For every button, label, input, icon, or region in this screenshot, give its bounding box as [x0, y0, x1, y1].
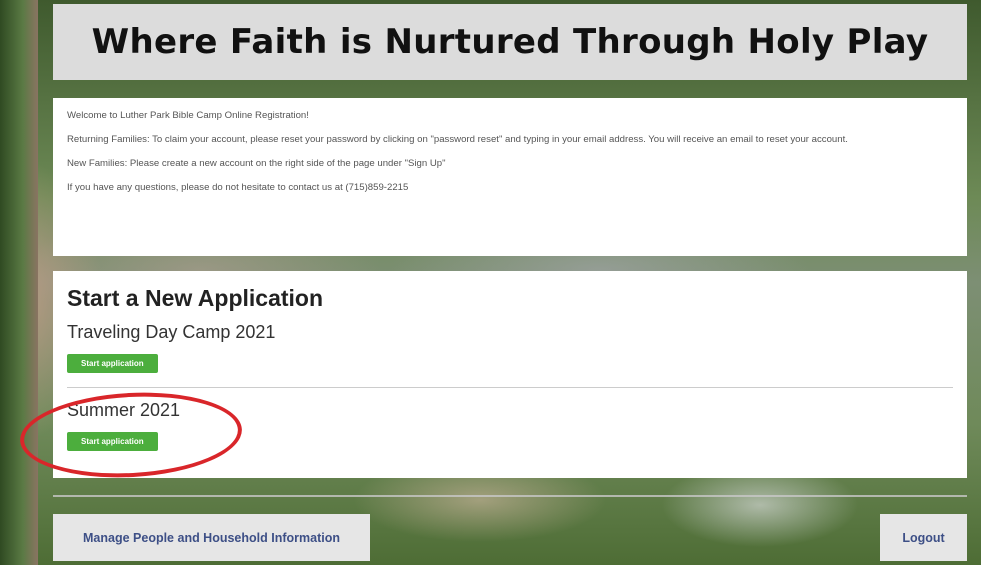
logout-button[interactable]: Logout: [880, 514, 967, 561]
manage-household-button[interactable]: Manage People and Household Information: [53, 514, 370, 561]
returning-families-text: Returning Families: To claim your accoun…: [67, 134, 848, 145]
contact-text: If you have any questions, please do not…: [67, 182, 409, 193]
section-heading: Start a New Application: [67, 285, 324, 311]
welcome-panel: Welcome to Luther Park Bible Camp Online…: [53, 98, 967, 256]
page-title: Where Faith is Nurtured Through Holy Pla…: [91, 22, 929, 62]
start-application-button[interactable]: Start application: [67, 354, 158, 373]
application-item: Traveling Day Camp 2021 Start applicatio…: [67, 322, 953, 373]
background-photo-edge: [0, 0, 38, 565]
welcome-text: Welcome to Luther Park Bible Camp Online…: [67, 110, 309, 121]
camp-name: Traveling Day Camp 2021: [67, 322, 276, 342]
new-families-text: New Families: Please create a new accoun…: [67, 158, 446, 169]
divider: [53, 495, 967, 497]
divider: [67, 387, 953, 388]
header-banner: Where Faith is Nurtured Through Holy Pla…: [53, 4, 967, 80]
